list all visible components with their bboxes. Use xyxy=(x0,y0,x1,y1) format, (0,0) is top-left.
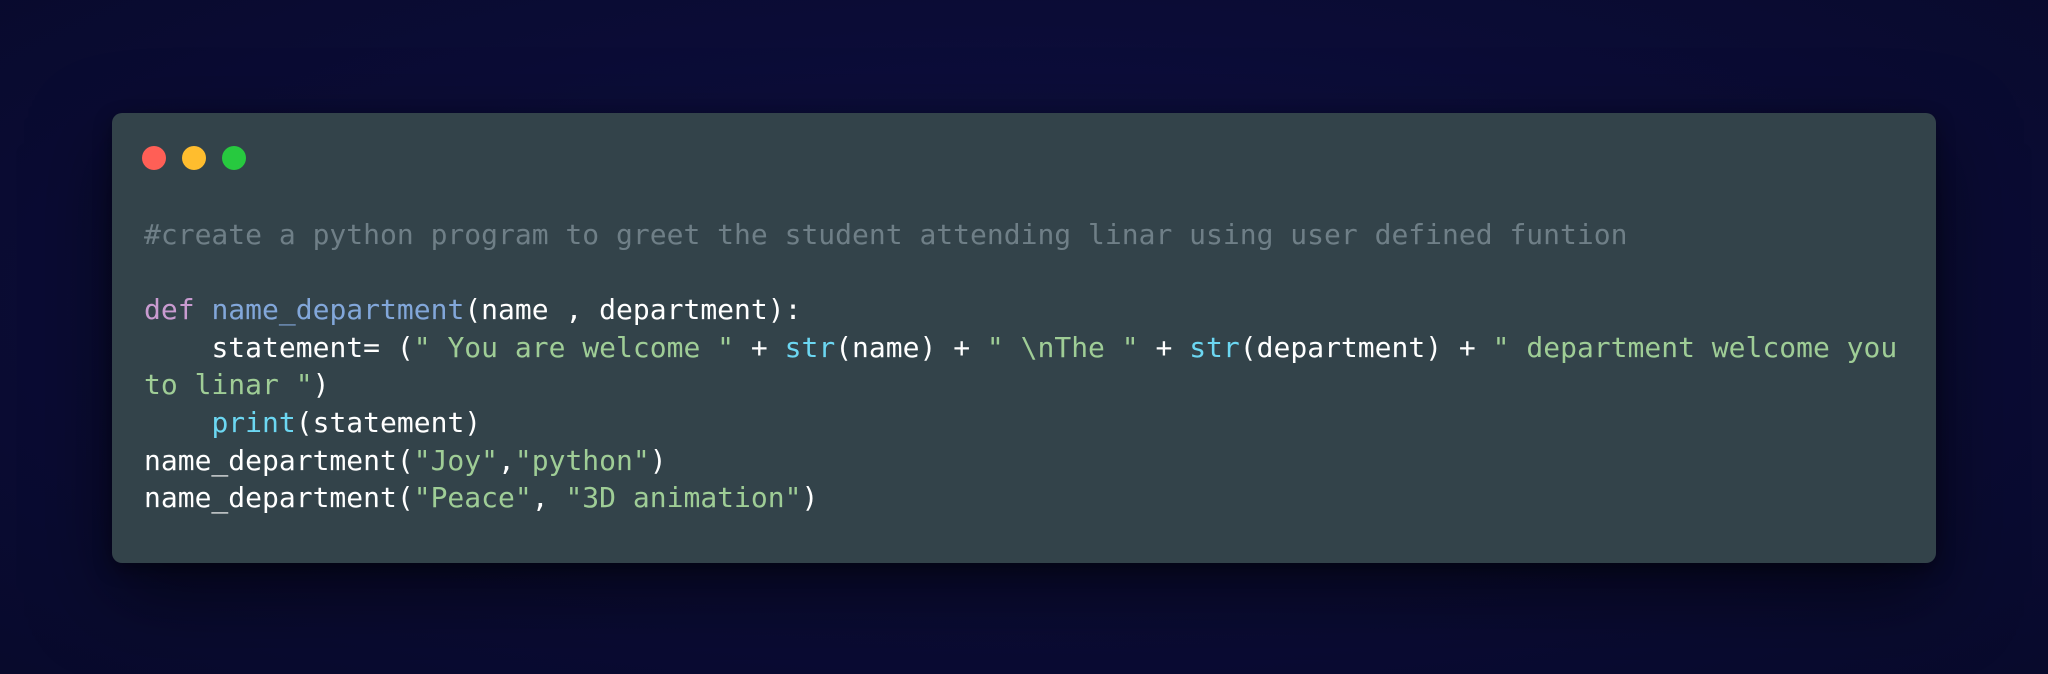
code-token-string: "python" xyxy=(514,443,650,477)
code-line: name_department("Peace", "3D animation") xyxy=(144,479,1909,517)
code-token-string: " \nThe " xyxy=(986,330,1139,364)
code-token-plain: name_department( xyxy=(144,481,414,515)
code-token-plain: (department) + xyxy=(1239,330,1493,364)
window-controls xyxy=(142,146,246,170)
code-token-builtin: print xyxy=(211,405,296,439)
maximize-dot-icon xyxy=(222,146,246,170)
close-dot-icon xyxy=(142,146,166,170)
code-line: name_department("Joy","python") xyxy=(144,442,1909,480)
code-line: def name_department(name , department): xyxy=(144,291,1909,329)
code-token-comment: #create a python program to greet the st… xyxy=(144,218,1628,251)
code-token-plain: (name) + xyxy=(835,330,987,364)
minimize-dot-icon xyxy=(182,146,206,170)
code-line: statement= (" You are welcome " + str(na… xyxy=(144,329,1909,404)
code-token-plain: statement= ( xyxy=(144,330,414,364)
code-token-plain: , xyxy=(531,481,566,515)
code-token-plain: ) xyxy=(649,443,667,477)
code-token-plain: + xyxy=(734,330,785,364)
code-token-string: " You are welcome " xyxy=(413,330,735,364)
code-token-plain: ) xyxy=(801,481,819,515)
code-token-builtin: str xyxy=(784,330,836,364)
code-line: print(statement) xyxy=(144,404,1909,442)
code-token-plain: (name , department): xyxy=(464,293,802,327)
code-window: #create a python program to greet the st… xyxy=(112,113,1936,563)
code-token-builtin: str xyxy=(1189,330,1240,364)
code-token-fn: name_department xyxy=(211,293,465,327)
code-token-string: "Peace" xyxy=(413,481,532,515)
code-token-plain: + xyxy=(1138,330,1190,364)
code-token-string: "Joy" xyxy=(413,443,499,477)
code-block: #create a python program to greet the st… xyxy=(144,216,1909,517)
code-token-plain: (statement) xyxy=(295,405,482,439)
code-token-plain: ) xyxy=(312,368,330,402)
code-token-plain: , xyxy=(498,443,515,477)
code-token-string: "3D animation" xyxy=(565,481,802,515)
code-token-plain: name_department( xyxy=(144,443,414,477)
code-token-keyword: def xyxy=(144,293,195,327)
code-line: #create a python program to greet the st… xyxy=(144,216,1909,254)
